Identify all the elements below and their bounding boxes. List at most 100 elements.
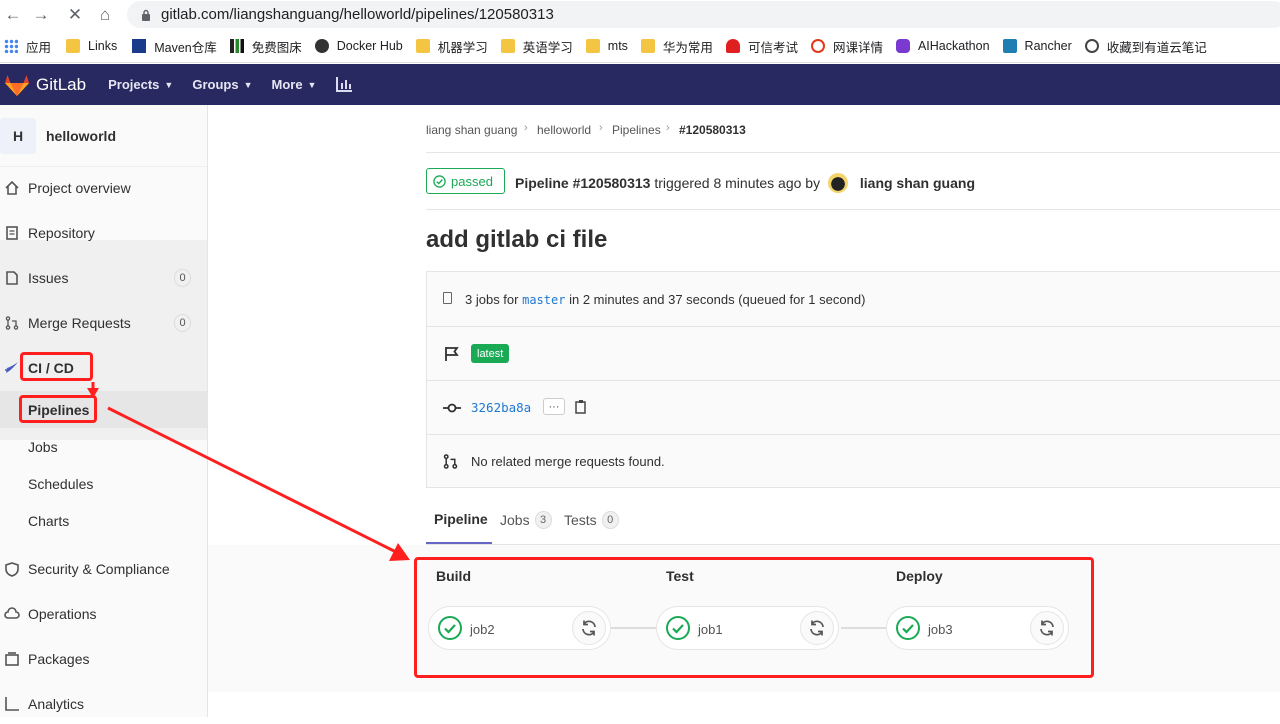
address-bar[interactable]: gitlab.com/liangshanguang/helloworld/pip… (127, 1, 1280, 28)
cloud-gear-icon (4, 606, 20, 622)
folder-icon (585, 39, 600, 53)
author-link[interactable]: liang shan guang (860, 175, 975, 191)
sidebar-item-analytics[interactable]: Analytics (0, 684, 207, 724)
breadcrumb-pipelines[interactable]: Pipelines (612, 123, 661, 137)
issues-icon (4, 270, 20, 286)
merge-requests-row: No related merge requests found. (427, 435, 1280, 488)
jobs-summary-row: 3 jobs for master in 2 minutes and 37 se… (427, 272, 1280, 327)
sidebar-subitem-schedules[interactable]: Schedules (0, 465, 207, 502)
author-avatar[interactable] (827, 173, 848, 193)
tab-tests[interactable]: Tests 0 (564, 511, 619, 529)
nav-projects[interactable]: Projects ▼ (108, 77, 173, 92)
maven-icon (132, 39, 147, 53)
branch-link[interactable]: master (522, 293, 565, 307)
pipeline-meta: Pipeline #120580313 triggered 8 minutes … (515, 173, 975, 193)
sidebar-item-packages[interactable]: Packages (0, 639, 207, 679)
bookmark-docker-hub[interactable]: Docker Hub (314, 30, 410, 62)
folder-icon (415, 39, 430, 53)
breadcrumb-project[interactable]: helloworld (537, 123, 591, 137)
bookmark-links[interactable]: Links (66, 30, 124, 62)
commit-icon (443, 403, 461, 413)
tab-pipeline[interactable]: Pipeline (434, 511, 488, 527)
merge-request-icon (443, 454, 458, 469)
status-badge[interactable]: passed (426, 168, 505, 194)
pipeline-id-label: Pipeline #120580313 (515, 175, 651, 191)
apps-grid-icon (4, 39, 18, 53)
url-text: gitlab.com/liangshanguang/helloworld/pip… (161, 6, 554, 23)
rocket-icon (4, 360, 20, 376)
tags-row: latest (427, 327, 1280, 381)
merge-request-icon (4, 315, 20, 331)
check-circle-icon (433, 174, 446, 188)
annotation-box-cicd (20, 352, 93, 381)
breadcrumb-pipeline-id[interactable]: #120580313 (679, 123, 746, 137)
jobs-suffix: in 2 minutes and 37 seconds (queued for … (569, 292, 866, 307)
chevron-down-icon: ▼ (164, 79, 174, 90)
commit-sha-link[interactable]: 3262ba8a (471, 400, 531, 415)
tab-jobs[interactable]: Jobs 3 (500, 511, 552, 529)
folder-icon (640, 39, 655, 53)
bar-chart-icon (229, 39, 244, 53)
bookmark-apps[interactable]: 应用 (0, 30, 58, 62)
bookmark-image-bed[interactable]: 免费图床 (229, 30, 309, 62)
course-icon (810, 39, 825, 53)
project-name: helloworld (46, 127, 116, 144)
pipeline-info-panel: 3 jobs for master in 2 minutes and 37 se… (426, 271, 1280, 488)
chevron-down-icon: ▼ (307, 79, 317, 90)
bookmark-trusted-exam[interactable]: 可信考试 (725, 30, 805, 62)
issues-count-badge: 0 (174, 269, 191, 287)
annotation-box-pipelines (19, 395, 97, 423)
lock-icon (142, 9, 150, 21)
package-icon (4, 651, 20, 667)
analytics-icon (4, 696, 20, 712)
sidebar-item-security-compliance[interactable]: Security & Compliance (0, 549, 207, 589)
doc-icon (4, 225, 20, 241)
browser-toolbar: ← → ✕ ⌂ gitlab.com/liangshanguang/hellow… (0, 0, 1280, 30)
sidebar-item-project-overview[interactable]: Project overview (0, 168, 207, 208)
shield-icon (4, 561, 20, 577)
bookmark-ml[interactable]: 机器学习 (415, 30, 495, 62)
chevron-right-icon: › (599, 122, 603, 134)
project-context[interactable]: H helloworld (0, 105, 207, 167)
jobs-prefix: 3 jobs for (465, 292, 519, 307)
triggered-text: triggered 8 minutes ago by (654, 175, 821, 191)
tests-count-badge: 0 (601, 511, 619, 529)
bookmark-youdao[interactable]: 收藏到有道云笔记 (1084, 30, 1214, 62)
flag-icon (445, 347, 459, 361)
globe-icon (1084, 39, 1099, 53)
stop-icon[interactable]: ✕ (62, 2, 88, 28)
bookmark-huawei-common[interactable]: 华为常用 (640, 30, 720, 62)
back-icon[interactable]: ← (0, 2, 26, 28)
sidebar-item-repository[interactable]: Repository (0, 213, 207, 253)
sidebar-subitem-jobs[interactable]: Jobs (0, 428, 207, 465)
bookmark-course[interactable]: 网课详情 (810, 30, 890, 62)
bookmark-rancher[interactable]: Rancher (1002, 30, 1079, 62)
bookmarks-bar: 应用 Links Maven仓库 免费图床 Docker Hub 机器学习 英语… (0, 30, 1280, 63)
gitlab-logo-icon (5, 74, 29, 96)
folder-icon (66, 39, 81, 53)
home-icon[interactable]: ⌂ (92, 2, 118, 28)
copy-icon[interactable] (575, 399, 588, 414)
bookmark-maven[interactable]: Maven仓库 (132, 30, 224, 62)
sidebar-item-issues[interactable]: Issues 0 (0, 258, 207, 298)
sidebar-item-operations[interactable]: Operations (0, 594, 207, 634)
bookmark-aihackathon[interactable]: AIHackathon (895, 30, 997, 62)
folder-icon (500, 39, 515, 53)
bookmark-english[interactable]: 英语学习 (500, 30, 580, 62)
chevron-right-icon: › (524, 122, 528, 134)
clock-icon (443, 292, 452, 304)
bookmark-mts[interactable]: mts (585, 30, 635, 62)
forward-icon[interactable]: → (28, 2, 54, 28)
page-title: add gitlab ci file (426, 226, 608, 253)
expand-commit-button[interactable]: ··· (543, 398, 565, 415)
sidebar-subitem-charts[interactable]: Charts (0, 502, 207, 539)
docker-icon (314, 39, 329, 53)
activity-chart-icon[interactable] (336, 77, 353, 92)
active-tab-indicator (426, 542, 492, 544)
breadcrumb-user[interactable]: liang shan guang (426, 123, 517, 137)
nav-more[interactable]: More ▼ (271, 77, 316, 92)
gitlab-home-link[interactable]: GitLab (0, 73, 86, 97)
sidebar-item-merge-requests[interactable]: Merge Requests 0 (0, 303, 207, 343)
hexagon-icon (895, 39, 910, 53)
nav-groups[interactable]: Groups ▼ (192, 77, 252, 92)
